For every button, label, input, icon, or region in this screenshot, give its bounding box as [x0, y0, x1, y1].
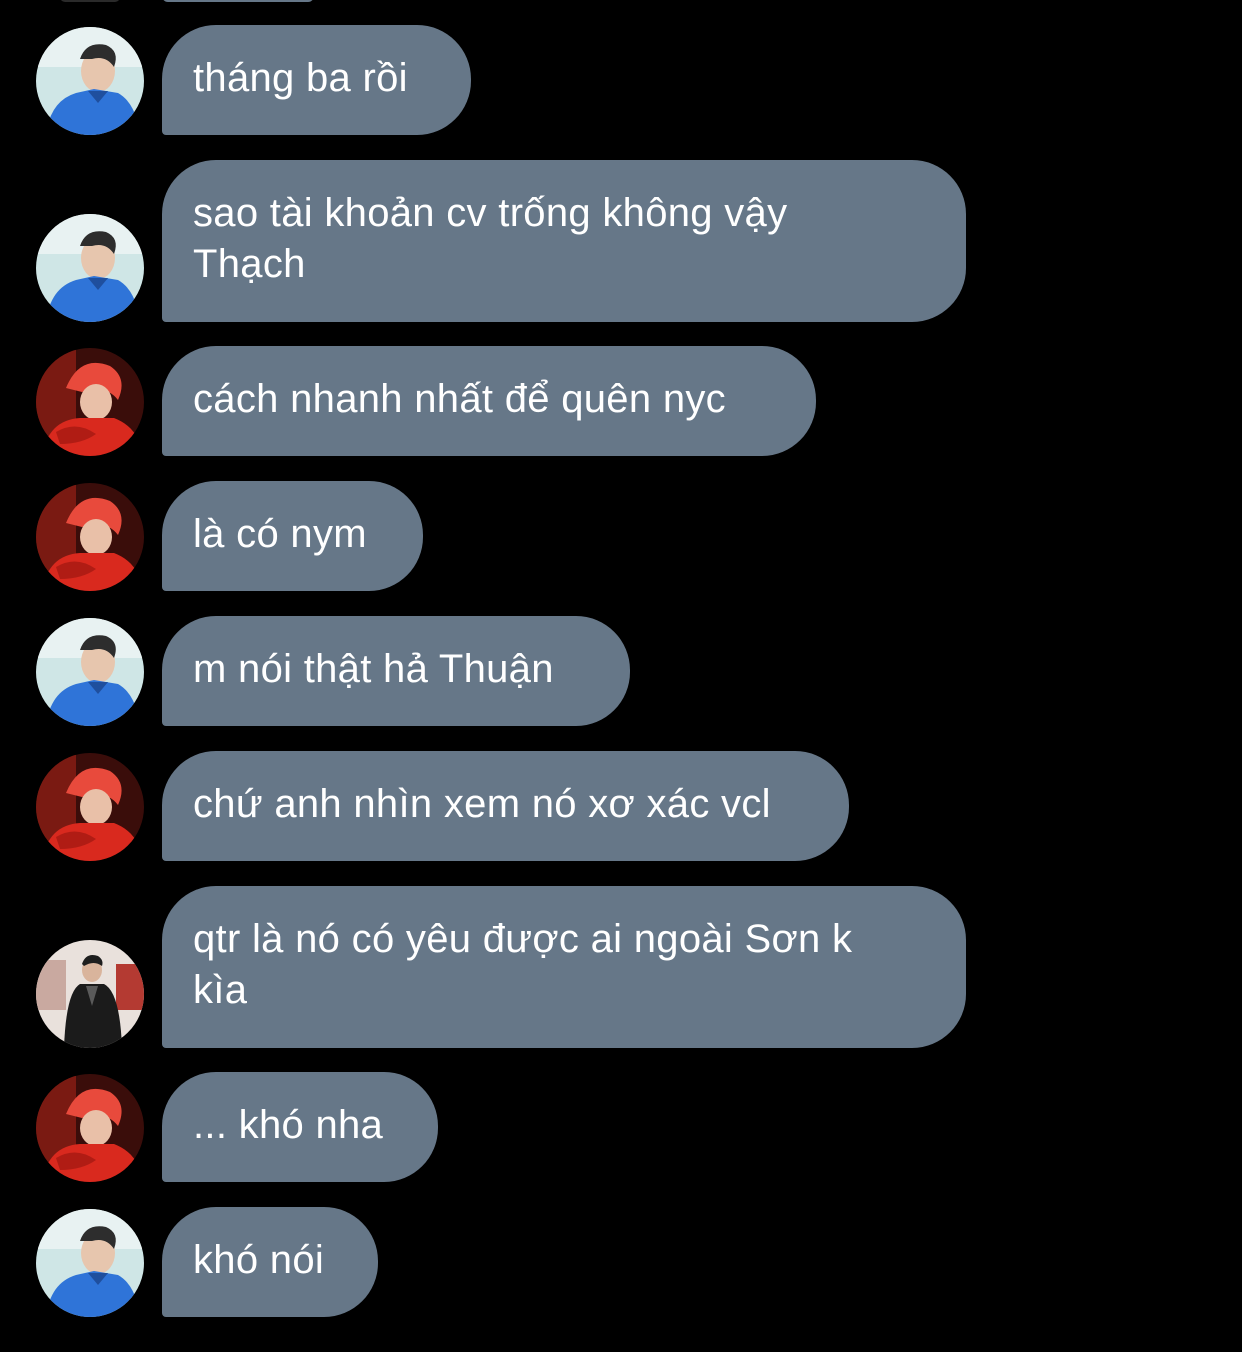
- message-row: qtr là nó có yêu được ai ngoài Sơn k kìa: [0, 886, 1242, 1048]
- avatar-blue-shirt[interactable]: [36, 1209, 144, 1317]
- previous-avatar-fragment: [60, 0, 120, 2]
- message-row: chứ anh nhìn xem nó xơ xác vcl: [0, 751, 1242, 861]
- message-bubble[interactable]: khó nói: [162, 1207, 378, 1317]
- message-bubble[interactable]: cách nhanh nhất để quên nyc: [162, 346, 816, 456]
- previous-message-fragment: [162, 0, 314, 2]
- avatar-red-hair-image: [36, 753, 144, 861]
- avatar-blue-shirt[interactable]: [36, 618, 144, 726]
- avatar-blue-shirt-image: [36, 618, 144, 726]
- avatar-red-hair[interactable]: [36, 753, 144, 861]
- message-row: m nói thật hả Thuận: [0, 616, 1242, 726]
- message-row: ... khó nha: [0, 1072, 1242, 1182]
- message-bubble[interactable]: ... khó nha: [162, 1072, 438, 1182]
- message-row: là có nym: [0, 481, 1242, 591]
- avatar-red-hair-image: [36, 1074, 144, 1182]
- message-bubble[interactable]: m nói thật hả Thuận: [162, 616, 630, 726]
- message-bubble[interactable]: sao tài khoản cv trống không vậy Thạch: [162, 160, 966, 322]
- avatar-red-hair[interactable]: [36, 1074, 144, 1182]
- avatar-blue-shirt-image: [36, 27, 144, 135]
- message-row: khó nói: [0, 1207, 1242, 1317]
- message-bubble[interactable]: qtr là nó có yêu được ai ngoài Sơn k kìa: [162, 886, 966, 1048]
- message-bubble[interactable]: là có nym: [162, 481, 423, 591]
- avatar-red-hair[interactable]: [36, 483, 144, 591]
- avatar-red-hair-image: [36, 348, 144, 456]
- avatar-blue-shirt-image: [36, 1209, 144, 1317]
- message-bubble[interactable]: tháng ba rồi: [162, 25, 471, 135]
- message-row: tháng ba rồi: [0, 25, 1242, 135]
- chat-thread: tháng ba rồi sao tài khoản cv trống khôn…: [0, 0, 1242, 1352]
- avatar-blue-shirt-image: [36, 214, 144, 322]
- message-row: cách nhanh nhất để quên nyc: [0, 346, 1242, 456]
- avatar-leather-jacket-image: [36, 940, 144, 1048]
- message-bubble[interactable]: chứ anh nhìn xem nó xơ xác vcl: [162, 751, 849, 861]
- avatar-blue-shirt[interactable]: [36, 27, 144, 135]
- avatar-leather-jacket[interactable]: [36, 940, 144, 1048]
- avatar-blue-shirt[interactable]: [36, 214, 144, 322]
- message-row: sao tài khoản cv trống không vậy Thạch: [0, 160, 1242, 322]
- avatar-red-hair[interactable]: [36, 348, 144, 456]
- avatar-red-hair-image: [36, 483, 144, 591]
